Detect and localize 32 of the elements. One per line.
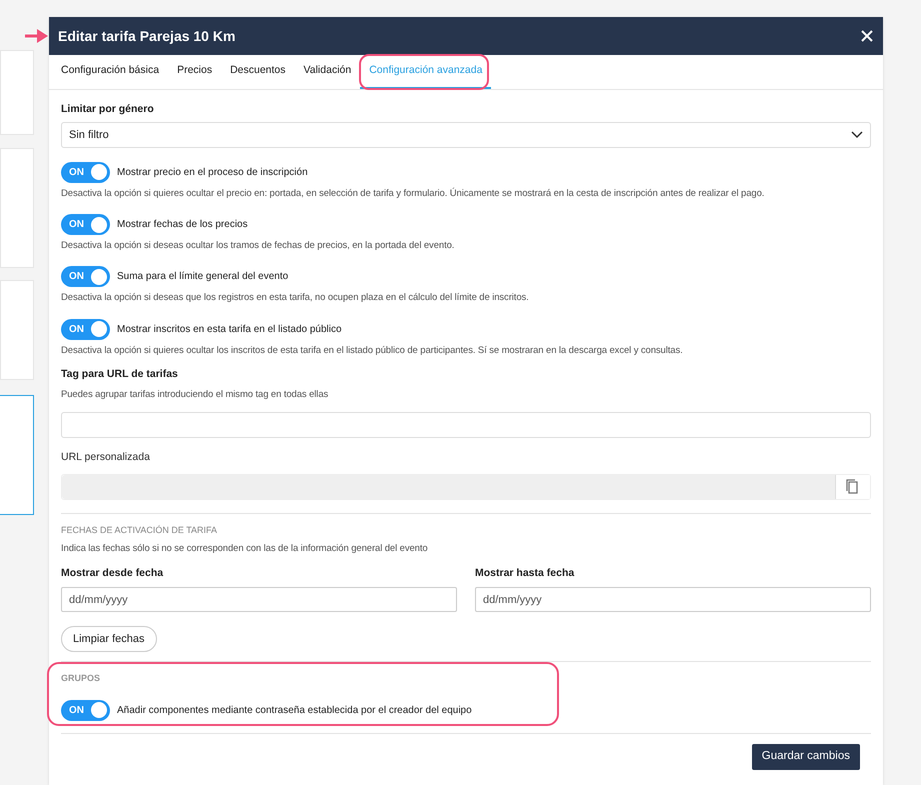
tab[interactable]: Validación	[294, 55, 360, 89]
section-heading: GRUPOS	[61, 672, 100, 685]
field-label: Mostrar hasta fecha	[475, 566, 576, 582]
tab[interactable]: Configuración básica	[52, 55, 168, 89]
toggle-label: Suma para el límite general del evento	[117, 270, 288, 284]
close-icon[interactable]	[861, 30, 873, 42]
option-description: Desactiva la opción si deseas que los registros en esta tarifa, no ocupen plaza en el cálculo del límite de inscritos.	[61, 291, 530, 306]
date-input-field[interactable]: dd/mm/yyyy	[61, 587, 457, 612]
field-label: Limitar por género	[61, 102, 155, 117]
section-heading: FECHAS DE ACTIVACIÓN DE TARIFA	[61, 524, 218, 536]
toggle-label: Mostrar inscritos en esta tarifa en el listado público	[117, 322, 342, 336]
field-label: Mostrar desde fecha	[61, 566, 164, 582]
toggle-label: Añadir componentes mediante contraseña establecida por el creador del equipo	[117, 704, 472, 718]
date-input-field[interactable]: dd/mm/yyyy	[475, 587, 871, 612]
window-title: Editar tarifa Parejas 10 Km	[58, 26, 236, 46]
tab[interactable]: Precios	[168, 55, 222, 89]
toggle-label: Mostrar fechas de los precios	[117, 218, 248, 232]
field-label: Tag para URL de tarifas	[61, 366, 179, 382]
pointer-arrow-icon	[25, 28, 49, 44]
save-button[interactable]: Guardar cambios	[752, 744, 860, 770]
section-hint: Indica las fechas sólo si no se corresponden con las de la información general del evento	[61, 542, 429, 556]
tag-input-field[interactable]	[61, 412, 871, 438]
toggle-label: Mostrar precio en el proceso de inscripción	[117, 166, 308, 180]
option-description: Desactiva la opción si quieres ocultar los inscritos de esta tarifa en el listado público de participantes. Sí se mostraran en la descarga excel y consultas.	[61, 344, 684, 358]
option-description: Desactiva la opción si quieres ocultar el precio en: portada, en selección de tarifa y formulario. Únicamente se mostrará en la cesta de inscripción antes de realizar el pago.	[61, 186, 766, 201]
field-hint: Puedes agrupar tarifas introduciendo el mismo tag en todas ellas	[61, 388, 330, 402]
field-label: URL personalizada	[61, 450, 151, 465]
chevron-down-icon	[851, 130, 863, 139]
clear-dates-button[interactable]: Limpiar fechas	[61, 626, 157, 652]
tab[interactable]: Descuentos	[221, 55, 295, 89]
gender-select[interactable]: Sin filtro	[61, 122, 871, 148]
option-description: Desactiva la opción si deseas ocultar los tramos de fechas de precios, en la portada del evento.	[61, 239, 456, 253]
